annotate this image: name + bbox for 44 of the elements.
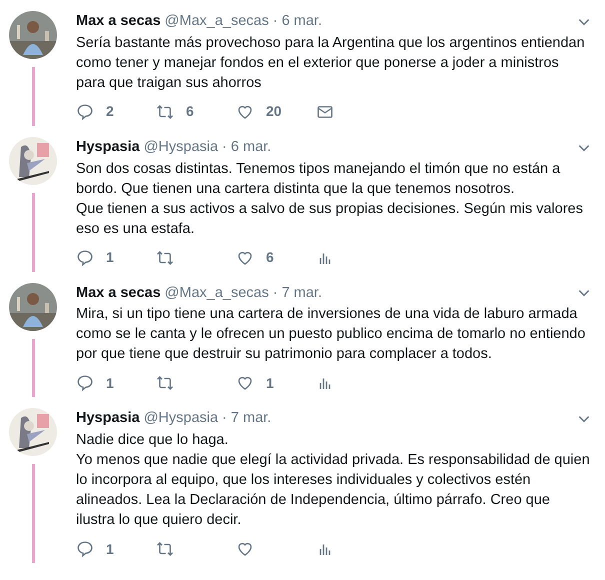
count: 6 — [266, 248, 274, 267]
like-button[interactable]: 20 — [236, 101, 316, 122]
user-handle[interactable]: @Hyspasia — [144, 408, 218, 430]
count: 1 — [266, 374, 274, 393]
count: 6 — [186, 102, 194, 122]
count: 1 — [106, 540, 114, 558]
tweet-text: Sería bastante más provechoso para la Argentina que los argentinos entiendan como tener y manejar fondos en el exterior que ponerse a joder a ministros para que traigan sus ahorros — [76, 34, 586, 93]
tweet-text: Mira, si un tipo tiene una cartera de inversiones de una vida de laburo armada como se le canta y le ofrecen un puesto publico encima de tomarlo no entiendo por que tiene que destruir su patrimonio para complacer a todos. — [76, 305, 586, 364]
tweet-text: Yo menos que nadie que elegí la actividad privada. Es responsabilidad de quien lo incorpora al equipo, que los intereses individuales y colectivos estén alineados. Lea la Declaración de Independencia, último párrafo. Creo que ilustra lo que quiero decir. — [76, 451, 591, 530]
user-name[interactable]: Hyspasia — [76, 136, 140, 158]
tweet-text: Son dos cosas distintas. Tenemos tipos manejando el timón que no están a bordo. Que tienen una cartera distinta que la que tenemos nosotros. — [76, 160, 562, 198]
tweet-date[interactable]: · 7 mar. — [272, 282, 322, 304]
heart-icon — [236, 374, 254, 392]
tweet-date[interactable]: · 7 mar. — [222, 408, 272, 430]
reply-button[interactable]: 2 — [76, 101, 156, 122]
user-handle[interactable]: @Max_a_secas — [164, 11, 269, 33]
user-handle[interactable]: @Max_a_secas — [164, 282, 269, 304]
retweet-icon — [156, 248, 174, 266]
reply-button[interactable]: 1 — [76, 247, 156, 268]
tweet-date[interactable]: · 6 mar. — [272, 11, 322, 33]
user-name[interactable]: Hyspasia — [76, 408, 140, 430]
user-handle[interactable]: @Hyspasia — [144, 136, 218, 158]
speech-bubble-icon — [76, 540, 94, 558]
retweet-icon — [156, 374, 174, 392]
like-button[interactable]: 6 — [236, 247, 316, 268]
heart-icon — [236, 540, 254, 558]
tweet-text: Nadie dice que lo haga. — [76, 431, 230, 450]
count: 1 — [106, 248, 114, 267]
user-name[interactable]: Max a secas — [76, 11, 161, 33]
retweet-button[interactable]: 6 — [156, 101, 236, 122]
tweet-date[interactable]: · 6 mar. — [222, 136, 272, 158]
reply-button[interactable]: 1 — [76, 372, 156, 394]
retweet-icon — [156, 102, 174, 121]
reply-button[interactable]: 1 — [76, 538, 156, 560]
like-button[interactable]: 1 — [236, 372, 316, 394]
count: 1 — [106, 374, 114, 393]
speech-bubble-icon — [76, 374, 94, 392]
retweet-icon — [156, 540, 174, 558]
user-name[interactable]: Max a secas — [76, 282, 161, 304]
count: 20 — [266, 102, 282, 122]
count: 2 — [106, 102, 114, 122]
speech-bubble-icon — [76, 248, 94, 266]
speech-bubble-icon — [76, 102, 94, 121]
tweet-text: Que tienen a sus activos a salvo de sus propias decisiones. Según mis valores eso es una estafa. — [76, 200, 584, 238]
